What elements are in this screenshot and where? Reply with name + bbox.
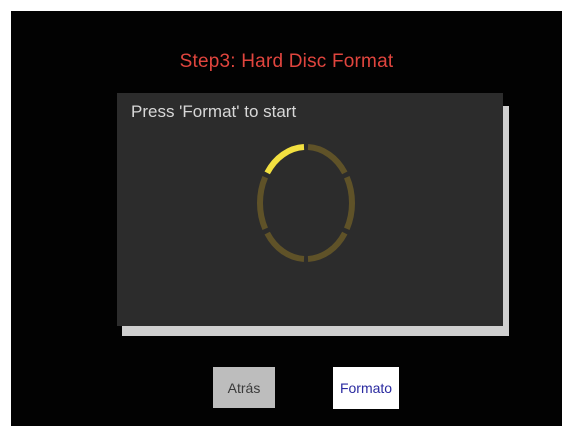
progress-segment <box>264 231 305 262</box>
format-screen: Step3: Hard Disc Format Press 'Format' t… <box>11 11 562 426</box>
progress-segment <box>307 144 348 175</box>
back-button[interactable]: Atrás <box>213 367 275 408</box>
format-panel: Press 'Format' to start <box>117 93 503 326</box>
format-button[interactable]: Formato <box>333 367 399 409</box>
progress-segment <box>257 175 268 231</box>
progress-segment <box>307 231 348 262</box>
progress-segment <box>344 175 355 231</box>
loading-ring-icon <box>257 144 355 262</box>
step-title: Step3: Hard Disc Format <box>179 51 394 72</box>
instruction-text: Press 'Format' to start <box>131 102 297 121</box>
progress-segment-active <box>264 144 305 175</box>
